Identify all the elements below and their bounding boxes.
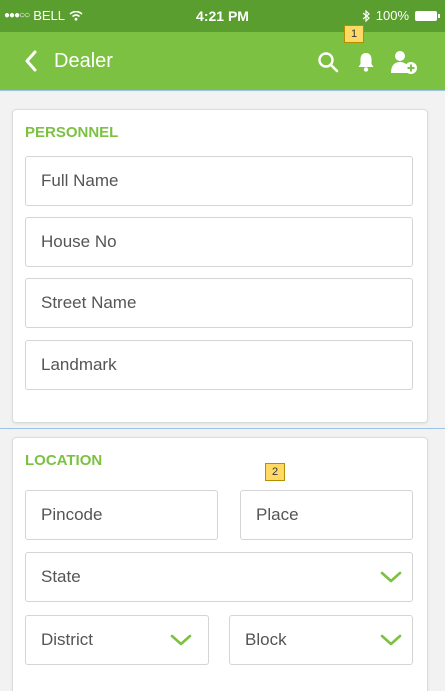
state-placeholder: State [41, 567, 81, 586]
personnel-card: PERSONNEL Full Name House No Street Name… [12, 109, 428, 423]
place-placeholder: Place [256, 505, 299, 524]
pincode-field[interactable]: Pincode [25, 490, 218, 540]
chevron-down-icon [170, 634, 192, 646]
annotation-marker-1: 1 [344, 25, 364, 43]
state-select[interactable]: State [25, 552, 413, 602]
status-right: 100% [362, 8, 440, 23]
notifications-button[interactable] [352, 48, 380, 76]
search-button[interactable] [314, 48, 342, 76]
location-section-title: LOCATION [25, 452, 103, 469]
chevron-down-icon [380, 634, 402, 646]
house-no-field[interactable]: House No [25, 217, 413, 267]
landmark-placeholder: Landmark [41, 355, 117, 374]
bluetooth-icon [362, 9, 370, 22]
street-name-field[interactable]: Street Name [25, 278, 413, 328]
search-icon [318, 52, 339, 73]
battery-icon [415, 10, 440, 21]
add-person-icon [391, 51, 417, 74]
chevron-down-icon [380, 571, 402, 583]
block-placeholder: Block [245, 630, 287, 649]
street-name-placeholder: Street Name [41, 293, 137, 312]
annotation-marker-2: 2 [265, 463, 285, 481]
bell-icon [358, 53, 374, 72]
app-bar: Dealer [0, 32, 445, 90]
landmark-field[interactable]: Landmark [25, 340, 413, 390]
divider [0, 428, 445, 429]
district-select[interactable]: District [25, 615, 209, 665]
divider [0, 90, 445, 91]
full-name-placeholder: Full Name [41, 171, 119, 190]
house-no-placeholder: House No [41, 232, 117, 251]
page-title: Dealer [54, 50, 113, 72]
screen: ●●●○○ BELL 4:21 PM 100% Dealer 1 PERSONN… [0, 0, 445, 691]
pincode-placeholder: Pincode [41, 505, 103, 524]
district-placeholder: District [41, 630, 93, 649]
place-field[interactable]: Place [240, 490, 413, 540]
add-person-button[interactable] [390, 48, 418, 76]
full-name-field[interactable]: Full Name [25, 156, 413, 206]
back-icon[interactable] [18, 46, 44, 76]
personnel-section-title: PERSONNEL [25, 124, 119, 141]
location-card: LOCATION Pincode Place State District Bl… [12, 437, 428, 691]
battery-percent: 100% [375, 8, 409, 23]
block-select[interactable]: Block [229, 615, 413, 665]
status-bar: ●●●○○ BELL 4:21 PM 100% [0, 0, 445, 32]
